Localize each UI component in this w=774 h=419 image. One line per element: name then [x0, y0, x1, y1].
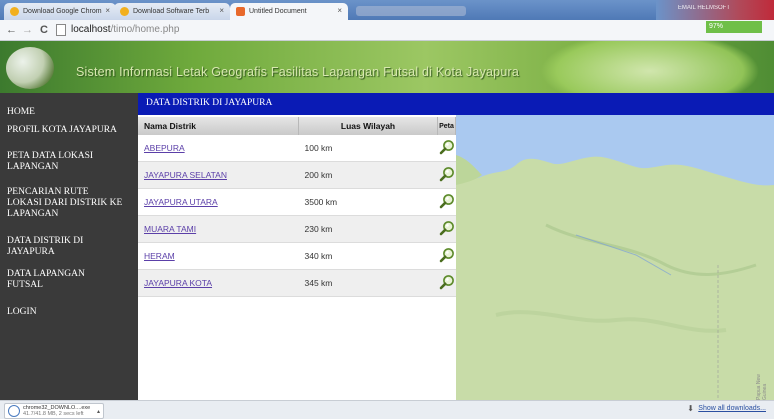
- show-all-downloads-link[interactable]: Show all downloads...: [698, 405, 766, 412]
- table-row: JAYAPURA SELATAN 200 km: [138, 161, 456, 189]
- table-row: ABEPURA 100 km: [138, 135, 456, 162]
- url-input[interactable]: localhost/timo/home.php: [56, 23, 706, 37]
- chrome-download-favicon-icon: [10, 7, 19, 16]
- content-header: DATA DISTRIK DI JAYAPURA: [138, 93, 774, 115]
- sidebar-item-pencarian-rute[interactable]: PENCARIAN RUTE LOKASI DARI DISTRIK KE LA…: [7, 187, 125, 220]
- blurred-tab: [356, 6, 466, 16]
- view-map-zoom-icon[interactable]: [439, 274, 455, 290]
- district-table: Nama Distrik Luas Wilayah Peta ABEPURA 10…: [138, 117, 456, 297]
- browser-tab-label: Download Google Chrom: [23, 8, 102, 15]
- map-canvas: [456, 115, 774, 400]
- district-name-cell: JAYAPURA UTARA: [138, 188, 299, 216]
- browser-tab-label: Untitled Document: [249, 8, 307, 15]
- map-cell: [437, 215, 456, 243]
- district-name-cell: JAYAPURA SELATAN: [138, 161, 299, 189]
- download-file-status: 41.7/41.8 MB, 2 secs left: [23, 411, 84, 417]
- district-link[interactable]: HERAM: [144, 251, 175, 261]
- map-cell: [437, 269, 456, 297]
- sidebar-item-data-lapangan[interactable]: DATA LAPANGAN FUTSAL: [7, 269, 107, 291]
- download-item[interactable]: chrome32_DOWNLO....exe 41.7/41.8 MB, 2 s…: [4, 403, 104, 419]
- sidebar-item-peta[interactable]: PETA DATA LOKASI LAPANGAN: [7, 151, 122, 173]
- district-link[interactable]: ABEPURA: [144, 143, 185, 153]
- futsal-ball-logo: [6, 47, 54, 89]
- forward-arrow-icon[interactable]: →: [22, 23, 33, 37]
- view-map-zoom-icon[interactable]: [439, 139, 455, 155]
- map-region-label: Papua New Guinea: [756, 374, 768, 400]
- column-header-map: Peta: [437, 117, 456, 135]
- view-map-zoom-icon[interactable]: [439, 166, 455, 182]
- view-map-zoom-icon[interactable]: [439, 193, 455, 209]
- district-area-cell: 200 km: [298, 161, 438, 189]
- district-area-cell: 345 km: [298, 269, 438, 297]
- district-link[interactable]: JAYAPURA UTARA: [144, 197, 218, 207]
- view-map-zoom-icon[interactable]: [439, 247, 455, 263]
- map-cell: [437, 188, 456, 216]
- table-row: HERAM 340 km: [138, 242, 456, 270]
- browser-tab-label: Download Software Terb: [133, 8, 210, 15]
- district-area-cell: 3500 km: [298, 188, 438, 216]
- district-area-cell: 100 km: [298, 135, 438, 162]
- district-link[interactable]: JAYAPURA SELATAN: [144, 170, 227, 180]
- district-link[interactable]: JAYAPURA KOTA: [144, 278, 212, 288]
- district-area-cell: 230 km: [298, 215, 438, 243]
- software-download-favicon-icon: [120, 7, 129, 16]
- sidebar-item-data-distrik[interactable]: DATA DISTRIK DI JAYAPURA: [7, 236, 119, 258]
- district-name-cell: HERAM: [138, 242, 299, 270]
- url-host: localhost: [71, 24, 111, 35]
- tab-close-icon[interactable]: ×: [337, 6, 342, 15]
- table-row: JAYAPURA KOTA 345 km: [138, 269, 456, 297]
- banner-glow: [540, 41, 760, 93]
- map-view[interactable]: Papua New Guinea: [456, 115, 774, 400]
- sidebar-item-home[interactable]: HOME: [7, 107, 135, 118]
- download-progress-badge: 97%: [706, 21, 762, 33]
- browser-tab-0[interactable]: Download Google Chrom ×: [4, 3, 116, 20]
- district-name-cell: JAYAPURA KOTA: [138, 269, 299, 297]
- table-row: JAYAPURA UTARA 3500 km: [138, 188, 456, 216]
- page-title: DATA DISTRIK DI JAYAPURA: [146, 98, 273, 108]
- sidebar: HOME PROFIL KOTA JAYAPURA PETA DATA LOKA…: [0, 93, 138, 400]
- column-header-area: Luas Wilayah: [298, 117, 438, 135]
- tab-close-icon[interactable]: ×: [219, 6, 224, 15]
- page-icon: [56, 24, 66, 36]
- browser-tab-2[interactable]: Untitled Document ×: [230, 3, 348, 20]
- map-cell: [437, 135, 456, 162]
- district-link[interactable]: MUARA TAMI: [144, 224, 196, 234]
- sidebar-item-login[interactable]: LOGIN: [7, 307, 135, 318]
- table-header-row: Nama Distrik Luas Wilayah Peta: [138, 117, 456, 135]
- tab-close-icon[interactable]: ×: [105, 6, 110, 15]
- address-bar: ← → C localhost/timo/home.php: [0, 20, 774, 41]
- district-table-panel: Nama Distrik Luas Wilayah Peta ABEPURA 10…: [138, 115, 456, 400]
- district-area-cell: 340 km: [298, 242, 438, 270]
- url-path: /timo/home.php: [110, 24, 180, 35]
- map-cell: [437, 161, 456, 189]
- site-banner: Sistem Informasi Letak Geografis Fasilit…: [0, 41, 774, 93]
- map-cell: [437, 242, 456, 270]
- download-progress-icon: [8, 405, 20, 417]
- browser-tab-bar: Download Google Chrom × Download Softwar…: [0, 0, 774, 20]
- column-header-name: Nama Distrik: [138, 117, 299, 135]
- sidebar-item-profil[interactable]: PROFIL KOTA JAYAPURA: [7, 125, 135, 136]
- browser-tab-1[interactable]: Download Software Terb ×: [114, 3, 230, 20]
- window-title: EMAIL HELMSOFT: [677, 5, 730, 11]
- site-title: Sistem Informasi Letak Geografis Fasilit…: [76, 65, 519, 79]
- document-favicon-icon: [236, 7, 245, 16]
- download-bar: chrome32_DOWNLO....exe 41.7/41.8 MB, 2 s…: [0, 400, 774, 419]
- district-name-cell: ABEPURA: [138, 135, 299, 162]
- view-map-zoom-icon[interactable]: [439, 220, 455, 236]
- table-row: MUARA TAMI 230 km: [138, 215, 456, 243]
- district-name-cell: MUARA TAMI: [138, 215, 299, 243]
- window-controls: EMAIL HELMSOFT: [656, 0, 774, 20]
- chevron-up-icon[interactable]: ▴: [97, 408, 100, 415]
- download-icon: ⬇: [687, 404, 694, 413]
- reload-icon[interactable]: C: [40, 23, 48, 37]
- back-arrow-icon[interactable]: ←: [6, 23, 17, 37]
